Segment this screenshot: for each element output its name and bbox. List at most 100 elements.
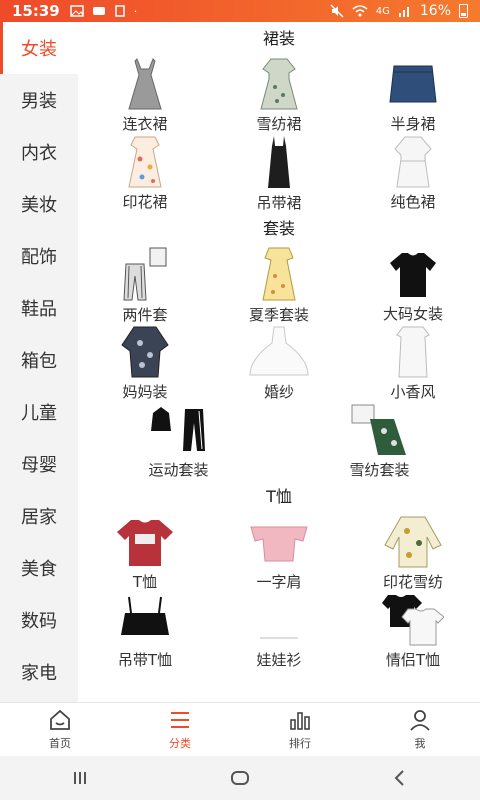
nav-ranking[interactable]: 排行 bbox=[240, 703, 360, 756]
category-item[interactable]: 雪纺套装 bbox=[279, 402, 480, 480]
category-label: 情侣T恤 bbox=[385, 651, 441, 669]
sidebar-item-home[interactable]: 居家 bbox=[0, 490, 78, 542]
category-item[interactable]: 夏季套装 bbox=[212, 246, 346, 324]
category-label: 两件套 bbox=[122, 306, 168, 324]
print-blouse-icon bbox=[381, 514, 445, 569]
status-bar: 15:39 · 4G 16% bbox=[0, 0, 480, 22]
nav-me[interactable]: 我 bbox=[360, 703, 480, 756]
category-item[interactable]: 娃娃衫 bbox=[212, 592, 346, 670]
battery-percent: 16% bbox=[419, 3, 451, 19]
recent-apps-icon[interactable] bbox=[69, 767, 91, 789]
summer-set-icon bbox=[247, 246, 311, 302]
sidebar-item-underwear[interactable]: 内衣 bbox=[0, 126, 78, 178]
category-item[interactable]: 吊带T恤 bbox=[78, 592, 212, 670]
section-title: 裙装 bbox=[262, 29, 295, 48]
sidebar-item-shoes[interactable]: 鞋品 bbox=[0, 282, 78, 334]
category-label: 大码女装 bbox=[382, 305, 443, 323]
category-item[interactable]: 两件套 bbox=[78, 246, 212, 324]
floral-dress-icon bbox=[247, 56, 311, 111]
nav-home[interactable]: 首页 bbox=[0, 703, 120, 756]
category-item[interactable]: 运动套装 bbox=[78, 402, 279, 480]
back-icon[interactable] bbox=[389, 767, 411, 789]
white-dress-icon bbox=[381, 134, 445, 189]
category-label: T恤 bbox=[132, 573, 158, 591]
doll-shirt-icon bbox=[247, 592, 311, 647]
category-label: 吊带裙 bbox=[256, 194, 302, 212]
category-label: 娃娃衫 bbox=[256, 651, 302, 669]
category-item[interactable]: 雪纺裙 bbox=[212, 56, 346, 134]
sidebar-item-label: 美妆 bbox=[21, 195, 57, 216]
sidebar-item-kids[interactable]: 儿童 bbox=[0, 386, 78, 438]
category-item[interactable]: 妈妈装 bbox=[78, 324, 212, 402]
category-item[interactable]: 印花裙 bbox=[78, 134, 212, 212]
grey-dress-icon bbox=[113, 56, 177, 111]
sidebar-item-womens[interactable]: 女装 bbox=[0, 22, 78, 74]
category-item[interactable]: 小香风 bbox=[346, 324, 480, 402]
sport-set-icon bbox=[147, 402, 211, 457]
sidebar-item-digital[interactable]: 数码 bbox=[0, 594, 78, 646]
sidebar-item-label: 女装 bbox=[21, 39, 57, 60]
sidebar-item-label: 儿童 bbox=[21, 403, 57, 424]
home-button-icon[interactable] bbox=[229, 767, 251, 789]
menu-icon bbox=[171, 712, 189, 728]
sidebar-item-label: 母婴 bbox=[21, 455, 57, 476]
category-item[interactable]: 连衣裙 bbox=[78, 56, 212, 134]
app-icon bbox=[92, 7, 105, 15]
section-title: 套装 bbox=[262, 219, 295, 238]
category-label: 连衣裙 bbox=[122, 115, 168, 133]
category-label: 小香风 bbox=[390, 383, 436, 401]
category-label: 吊带T恤 bbox=[117, 651, 173, 669]
sidebar-item-label: 家电 bbox=[21, 663, 57, 684]
category-item[interactable]: 情侣T恤 bbox=[346, 592, 480, 670]
category-label: 一字肩 bbox=[256, 573, 302, 591]
category-grid: 运动套装 雪纺套装 bbox=[78, 402, 480, 480]
sidebar-item-label: 数码 bbox=[21, 611, 57, 632]
notification-icons: · bbox=[70, 5, 137, 18]
bottom-nav: 首页 分类 排行 我 bbox=[0, 702, 480, 756]
signal-bars-icon bbox=[398, 7, 409, 17]
category-grid: 连衣裙 雪纺裙 半身裙 印花裙 吊带裙 纯色裙 bbox=[78, 56, 480, 212]
category-item[interactable]: 印花雪纺 bbox=[346, 514, 480, 592]
category-item[interactable]: 大码女装 bbox=[346, 246, 480, 324]
sidebar-item-appliances[interactable]: 家电 bbox=[0, 646, 78, 698]
category-label: 妈妈装 bbox=[122, 383, 168, 401]
white-mini-icon bbox=[381, 324, 445, 379]
category-label: 印花裙 bbox=[122, 193, 168, 211]
black-tee-icon bbox=[381, 246, 445, 301]
category-item[interactable]: 纯色裙 bbox=[346, 134, 480, 212]
wedding-dress-icon bbox=[247, 324, 311, 379]
category-item[interactable]: 吊带裙 bbox=[212, 134, 346, 212]
sidebar-item-label: 居家 bbox=[21, 507, 57, 528]
wifi-icon bbox=[352, 5, 368, 17]
sidebar-item-baby[interactable]: 母婴 bbox=[0, 438, 78, 490]
category-label: 半身裙 bbox=[390, 115, 436, 133]
sidebar-item-bags[interactable]: 箱包 bbox=[0, 334, 78, 386]
nav-category[interactable]: 分类 bbox=[120, 703, 240, 756]
slip-dress-icon bbox=[247, 134, 311, 190]
clipboard-icon bbox=[115, 5, 125, 17]
category-label: 婚纱 bbox=[263, 383, 294, 401]
category-item[interactable]: 一字肩 bbox=[212, 514, 346, 592]
category-item[interactable]: 半身裙 bbox=[346, 56, 480, 134]
category-label: 印花雪纺 bbox=[382, 573, 443, 591]
sidebar-item-label: 美食 bbox=[21, 559, 57, 580]
sidebar-item-food[interactable]: 美食 bbox=[0, 542, 78, 594]
signal-icon: 4G bbox=[375, 5, 390, 17]
image-icon bbox=[70, 5, 84, 17]
section-title: T恤 bbox=[266, 487, 292, 506]
print-dress-icon bbox=[113, 134, 177, 189]
sidebar-item-mens[interactable]: 男装 bbox=[0, 74, 78, 126]
mute-icon bbox=[330, 4, 344, 18]
sidebar-item-label: 男装 bbox=[21, 91, 57, 112]
mom-wear-icon bbox=[113, 324, 177, 379]
nav-label: 我 bbox=[414, 737, 426, 750]
category-item[interactable]: 婚纱 bbox=[212, 324, 346, 402]
home-icon bbox=[50, 709, 70, 730]
sidebar-item-accessories[interactable]: 配饰 bbox=[0, 230, 78, 282]
sidebar-item-label: 配饰 bbox=[21, 247, 57, 268]
category-item[interactable]: T恤 bbox=[78, 514, 212, 592]
category-label: 雪纺套装 bbox=[349, 461, 410, 479]
nav-label: 分类 bbox=[169, 737, 191, 750]
category-grid: 两件套 夏季套装 大码女装 妈妈装 婚纱 小香风 bbox=[78, 246, 480, 402]
sidebar-item-beauty[interactable]: 美妆 bbox=[0, 178, 78, 230]
